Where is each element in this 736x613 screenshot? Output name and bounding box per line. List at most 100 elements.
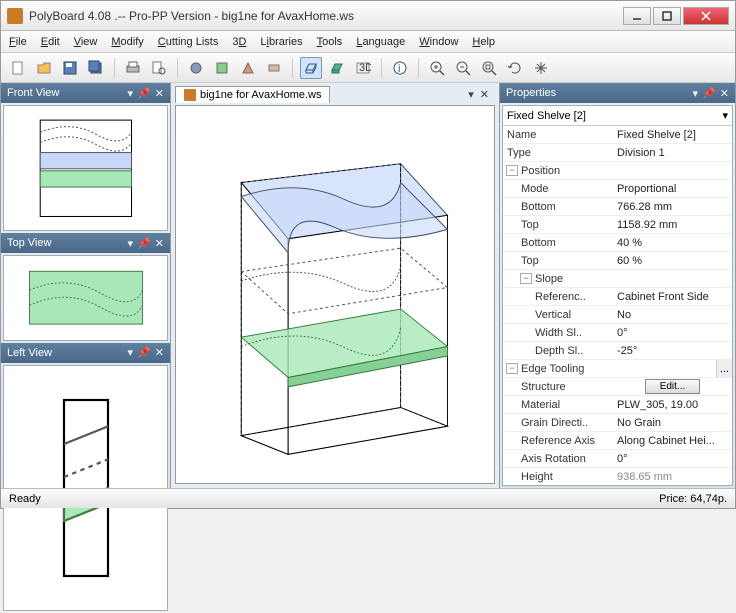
ellipsis-icon[interactable]: ... [716,360,732,377]
pan-icon[interactable] [530,57,552,79]
close-icon[interactable]: ✕ [155,346,164,359]
prop-bottom-pct[interactable]: 40 % [613,237,732,249]
prop-reference[interactable]: Cabinet Front Side [613,291,732,303]
group-edge-tooling[interactable]: Edge Tooling [521,363,584,375]
rotate-icon[interactable] [504,57,526,79]
top-view-title: Top View [7,237,51,249]
view-tex-icon[interactable]: 3D [352,57,374,79]
chevron-down-icon[interactable]: ▾ [128,237,134,250]
tool1-icon[interactable] [185,57,207,79]
chevron-down-icon[interactable]: ▾ [128,87,134,100]
pin-icon[interactable]: 📌 [702,87,716,100]
collapse-icon[interactable]: − [506,165,518,176]
close-icon[interactable]: ✕ [155,87,164,100]
close-icon[interactable]: ✕ [720,87,729,100]
status-price: Price: 64,74p. [659,493,727,505]
left-panels: Front View ▾📌✕ Top View ▾📌✕ [1,83,171,488]
doc-tabs: big1ne for AvaxHome.ws ▾ ✕ [171,83,499,105]
save-icon[interactable] [59,57,81,79]
prop-grain[interactable]: No Grain [613,417,732,429]
menu-modify[interactable]: Modify [111,36,143,48]
top-view-canvas[interactable] [3,255,168,341]
titlebar: PolyBoard 4.08 .-- Pro-PP Version - big1… [1,1,735,31]
prop-axisrot[interactable]: 0° [613,453,732,465]
center-area: big1ne for AvaxHome.ws ▾ ✕ [171,83,499,488]
prop-depth-slope[interactable]: -25° [613,345,732,357]
prop-width-slope[interactable]: 0° [613,327,732,339]
prop-vertical[interactable]: No [613,309,732,321]
top-view-header[interactable]: Top View ▾📌 ✕ [1,233,170,253]
saveall-icon[interactable] [85,57,107,79]
menubar: File Edit View Modify Cutting Lists 3D L… [1,31,735,53]
group-slope[interactable]: Slope [535,273,563,285]
minimize-button[interactable] [623,7,651,25]
document-icon [184,89,196,101]
doc-tab-active[interactable]: big1ne for AvaxHome.ws [175,86,330,103]
prop-name[interactable]: Fixed Shelve [2] [613,129,732,141]
group-position[interactable]: Position [521,165,560,177]
left-view-title: Left View [7,347,52,359]
zoom-out-icon[interactable] [452,57,474,79]
prop-mode[interactable]: Proportional [613,183,732,195]
prop-top-pct[interactable]: 60 % [613,255,732,267]
print-icon[interactable] [122,57,144,79]
chevron-down-icon[interactable]: ▾ [722,109,728,122]
close-icon[interactable]: ✕ [155,237,164,250]
close-button[interactable] [683,7,729,25]
properties-header[interactable]: Properties ▾📌 ✕ [500,83,735,103]
chevron-down-icon[interactable]: ▾ [468,88,474,101]
menu-cuttinglists[interactable]: Cutting Lists [158,36,219,48]
prop-type[interactable]: Division 1 [613,147,732,159]
menu-window[interactable]: Window [419,36,458,48]
tool4-icon[interactable] [263,57,285,79]
menu-libraries[interactable]: Libraries [260,36,302,48]
toolbar: 3D i [1,53,735,83]
front-view-canvas[interactable] [3,105,168,231]
window-title: PolyBoard 4.08 .-- Pro-PP Version - big1… [29,9,621,23]
chevron-down-icon[interactable]: ▾ [128,346,134,359]
prop-top-mm[interactable]: 1158.92 mm [613,219,732,231]
front-view-title: Front View [7,87,59,99]
collapse-icon[interactable]: − [520,273,532,284]
prop-refaxis[interactable]: Along Cabinet Hei... [613,435,732,447]
menu-language[interactable]: Language [356,36,405,48]
view-solid-icon[interactable] [326,57,348,79]
menu-view[interactable]: View [74,36,98,48]
status-left: Ready [9,493,41,505]
svg-text:3D: 3D [359,62,371,74]
maximize-button[interactable] [653,7,681,25]
chevron-down-icon[interactable]: ▾ [693,87,699,100]
pin-icon[interactable]: 📌 [137,237,151,250]
menu-edit[interactable]: Edit [41,36,60,48]
properties-panel: Properties ▾📌✕ Fixed Shelve [2]▾ NameFix… [499,83,735,488]
edit-structure-button[interactable]: Edit... [645,379,701,394]
menu-file[interactable]: File [9,36,27,48]
app-icon [7,8,23,24]
properties-title: Properties [506,87,556,99]
view-wire-icon[interactable] [300,57,322,79]
info-icon[interactable]: i [389,57,411,79]
front-view-header[interactable]: Front View ▾📌 ✕ [1,83,170,103]
pin-icon[interactable]: 📌 [137,346,151,359]
prop-height: 938.65 mm [613,471,732,483]
zoom-in-icon[interactable] [426,57,448,79]
tool2-icon[interactable] [211,57,233,79]
new-icon[interactable] [7,57,29,79]
prop-material[interactable]: PLW_305, 19.00 [613,399,732,411]
prop-bottom-mm[interactable]: 766.28 mm [613,201,732,213]
zoom-fit-icon[interactable] [478,57,500,79]
open-icon[interactable] [33,57,55,79]
statusbar: Ready Price: 64,74p. [1,488,735,508]
collapse-icon[interactable]: − [506,363,518,374]
print-preview-icon[interactable] [148,57,170,79]
props-object-select[interactable]: Fixed Shelve [2]▾ [503,106,732,126]
left-view-header[interactable]: Left View ▾📌 ✕ [1,343,170,363]
menu-3d[interactable]: 3D [232,36,246,48]
menu-tools[interactable]: Tools [317,36,343,48]
menu-help[interactable]: Help [472,36,495,48]
viewport-3d[interactable] [175,105,495,484]
tool3-icon[interactable] [237,57,259,79]
pin-icon[interactable]: 📌 [137,87,151,100]
close-icon[interactable]: ✕ [480,88,489,101]
doc-tab-title: big1ne for AvaxHome.ws [200,89,321,101]
